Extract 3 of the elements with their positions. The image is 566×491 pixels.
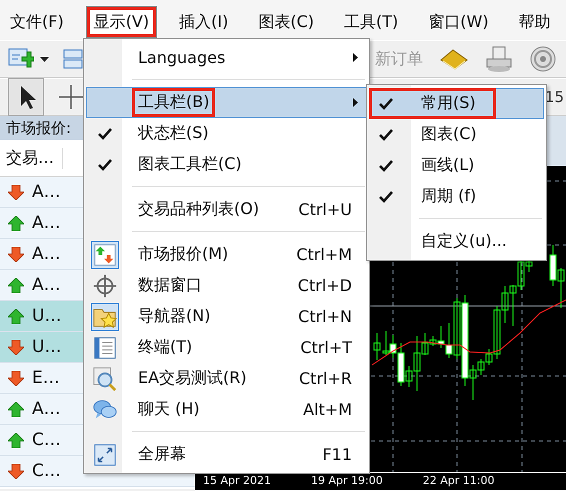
time-label: 19 Apr 19:00 <box>311 473 383 489</box>
time-label: 22 Apr 11:00 <box>422 473 494 489</box>
time-label: 15 Apr 2021 <box>203 473 272 489</box>
